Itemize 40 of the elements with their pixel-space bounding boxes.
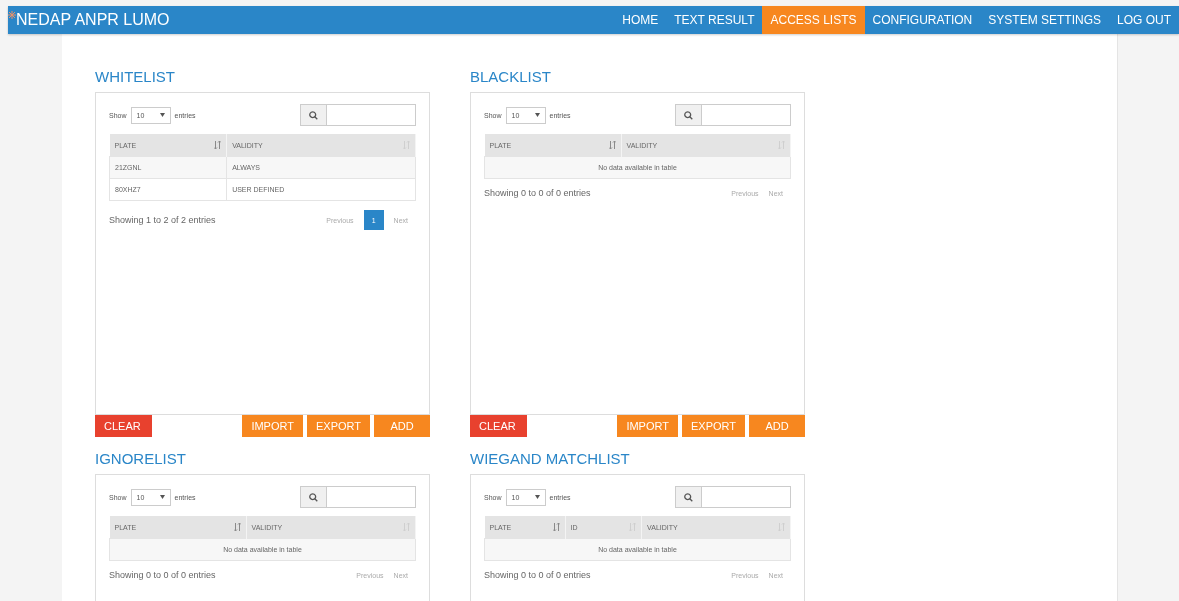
clear-button[interactable]: CLEAR — [95, 415, 152, 437]
caret-icon — [534, 495, 540, 499]
caret-icon — [159, 495, 165, 499]
section-title: IGNORELIST — [95, 450, 187, 467]
search-icon[interactable] — [309, 492, 318, 502]
star-icon — [8, 11, 16, 19]
action-button[interactable]: ADD — [374, 415, 430, 437]
action-button[interactable]: ADD — [749, 415, 805, 437]
nav-link[interactable]: LOG OUT — [1109, 6, 1179, 34]
table-info: Showing 1 to 2 of 2 entries — [109, 215, 216, 225]
sort-icon[interactable] — [608, 141, 616, 149]
action-button[interactable]: IMPORT — [242, 415, 303, 437]
search-field[interactable] — [675, 104, 791, 126]
section-title: WHITELIST — [95, 68, 176, 85]
nav-link[interactable]: CONFIGURATION — [864, 6, 981, 34]
nav-link[interactable]: HOME — [614, 6, 667, 34]
section-title: WIEGAND MATCHLIST — [470, 450, 631, 467]
search-field[interactable] — [300, 104, 416, 126]
section-title: BLACKLIST — [470, 68, 552, 85]
nav-link[interactable]: SYSTEM SETTINGS — [980, 6, 1109, 34]
action-button[interactable]: IMPORT — [617, 415, 678, 437]
action-button[interactable]: EXPORT — [306, 415, 370, 437]
caret-icon — [159, 113, 165, 117]
search-icon[interactable] — [309, 110, 318, 120]
search-icon[interactable] — [684, 110, 693, 120]
app-title: NEDAP ANPR LUMO — [16, 11, 170, 29]
search-field[interactable] — [300, 486, 416, 508]
table-info: Showing 0 to 0 of 0 entries — [484, 188, 591, 198]
clear-button[interactable]: CLEAR — [470, 415, 527, 437]
caret-icon — [534, 113, 540, 117]
sort-icon[interactable] — [214, 141, 222, 149]
nav-link[interactable]: ACCESS LISTS — [762, 6, 865, 34]
sort-icon[interactable] — [233, 523, 241, 531]
nav-link[interactable]: TEXT RESULT — [666, 6, 763, 34]
search-field[interactable] — [675, 486, 791, 508]
table-info: Showing 0 to 0 of 0 entries — [109, 570, 216, 580]
table-info: Showing 0 to 0 of 0 entries — [484, 570, 591, 580]
search-icon[interactable] — [684, 492, 693, 502]
sort-icon[interactable] — [552, 523, 560, 531]
action-button[interactable]: EXPORT — [681, 415, 745, 437]
